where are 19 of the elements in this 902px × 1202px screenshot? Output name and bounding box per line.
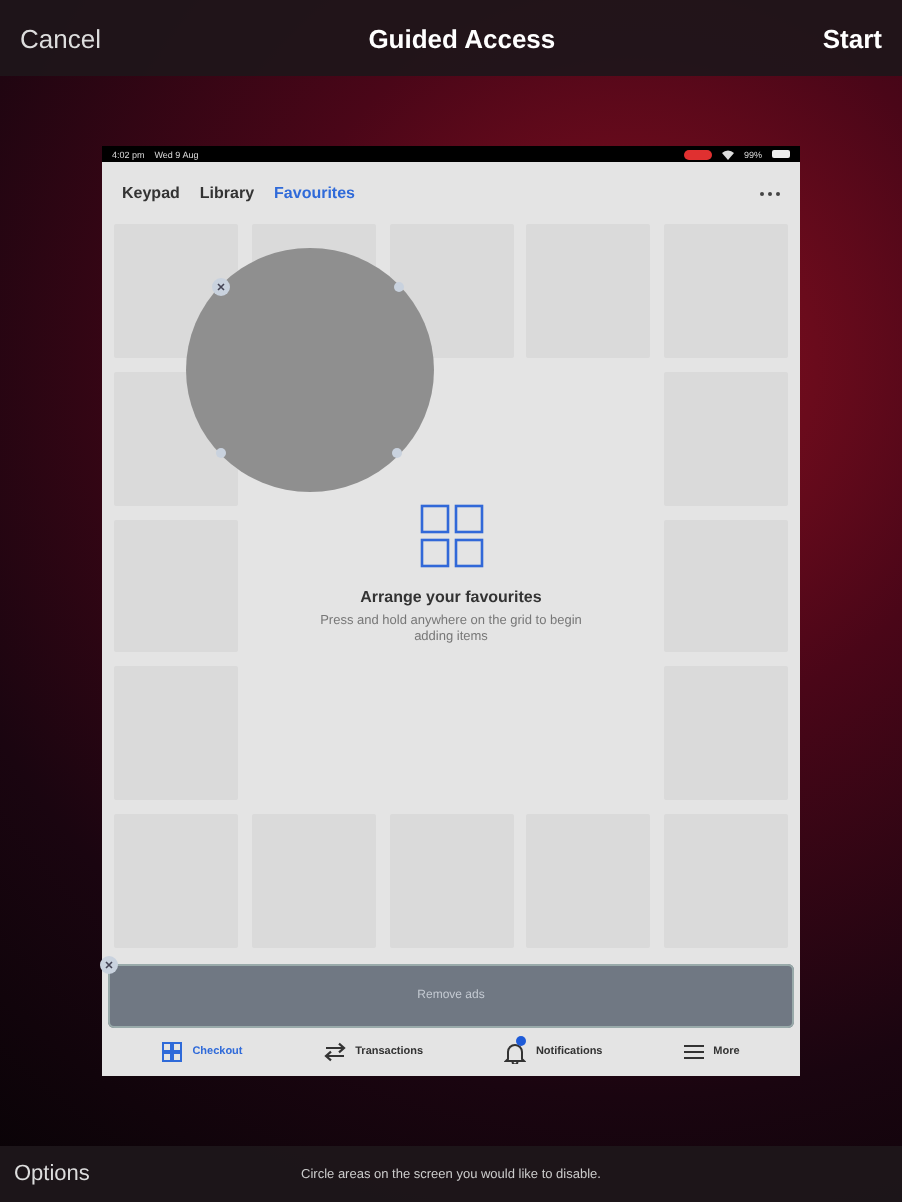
bell-icon — [503, 1041, 526, 1063]
tab[interactable]: Library — [199, 184, 255, 202]
battery-icon — [772, 150, 790, 158]
menu-icon — [683, 1044, 704, 1060]
grid-icon — [162, 1042, 183, 1062]
options-button[interactable]: Options — [14, 1162, 90, 1186]
empty-state-title: Arrange your favourites — [360, 588, 542, 607]
start-button[interactable]: Start — [822, 23, 882, 53]
close-icon[interactable] — [100, 956, 118, 974]
resize-handle[interactable] — [394, 282, 404, 292]
swap-arrows-icon — [323, 1042, 346, 1062]
window-title: Guided Access — [368, 23, 556, 53]
resize-handle[interactable] — [392, 448, 402, 458]
tab[interactable]: Favourites — [274, 184, 355, 202]
tab[interactable]: Keypad — [122, 184, 180, 202]
grid-icon — [419, 504, 483, 569]
recording-indicator — [683, 149, 712, 159]
cancel-button[interactable]: Cancel — [20, 23, 101, 53]
resize-handle[interactable] — [216, 448, 226, 458]
